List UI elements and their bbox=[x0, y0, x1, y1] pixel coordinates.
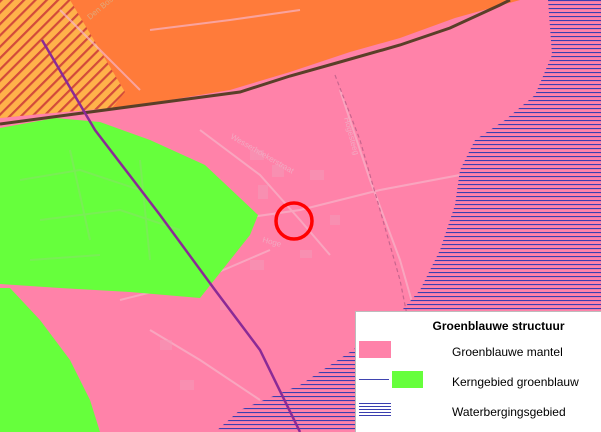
green-fill-swatch-icon bbox=[392, 371, 423, 388]
legend-item-waterbergingsgebied: Waterbergingsgebied bbox=[356, 399, 601, 425]
legend-title: Groenblauwe structuur bbox=[432, 319, 565, 333]
legend-label-groenblauwe-mantel: Groenblauwe mantel bbox=[452, 345, 563, 359]
line-swatch-icon bbox=[359, 379, 389, 380]
blue-hatch-swatch-icon bbox=[359, 403, 391, 418]
map-canvas[interactable]: Den Bosch Wesserhoekerstraat Hogesteeg H… bbox=[0, 0, 601, 432]
legend-label-waterbergingsgebied: Waterbergingsgebied bbox=[452, 405, 566, 419]
legend-item-kerngebied-groenblauw: Kerngebied groenblauw bbox=[356, 369, 601, 395]
map-legend: Groenblauwe structuur Groenblauwe mantel… bbox=[355, 311, 601, 432]
legend-item-groenblauwe-mantel: Groenblauwe mantel bbox=[356, 339, 601, 365]
legend-label-kerngebied-groenblauw: Kerngebied groenblauw bbox=[452, 375, 579, 389]
pink-fill-swatch-icon bbox=[359, 341, 391, 358]
